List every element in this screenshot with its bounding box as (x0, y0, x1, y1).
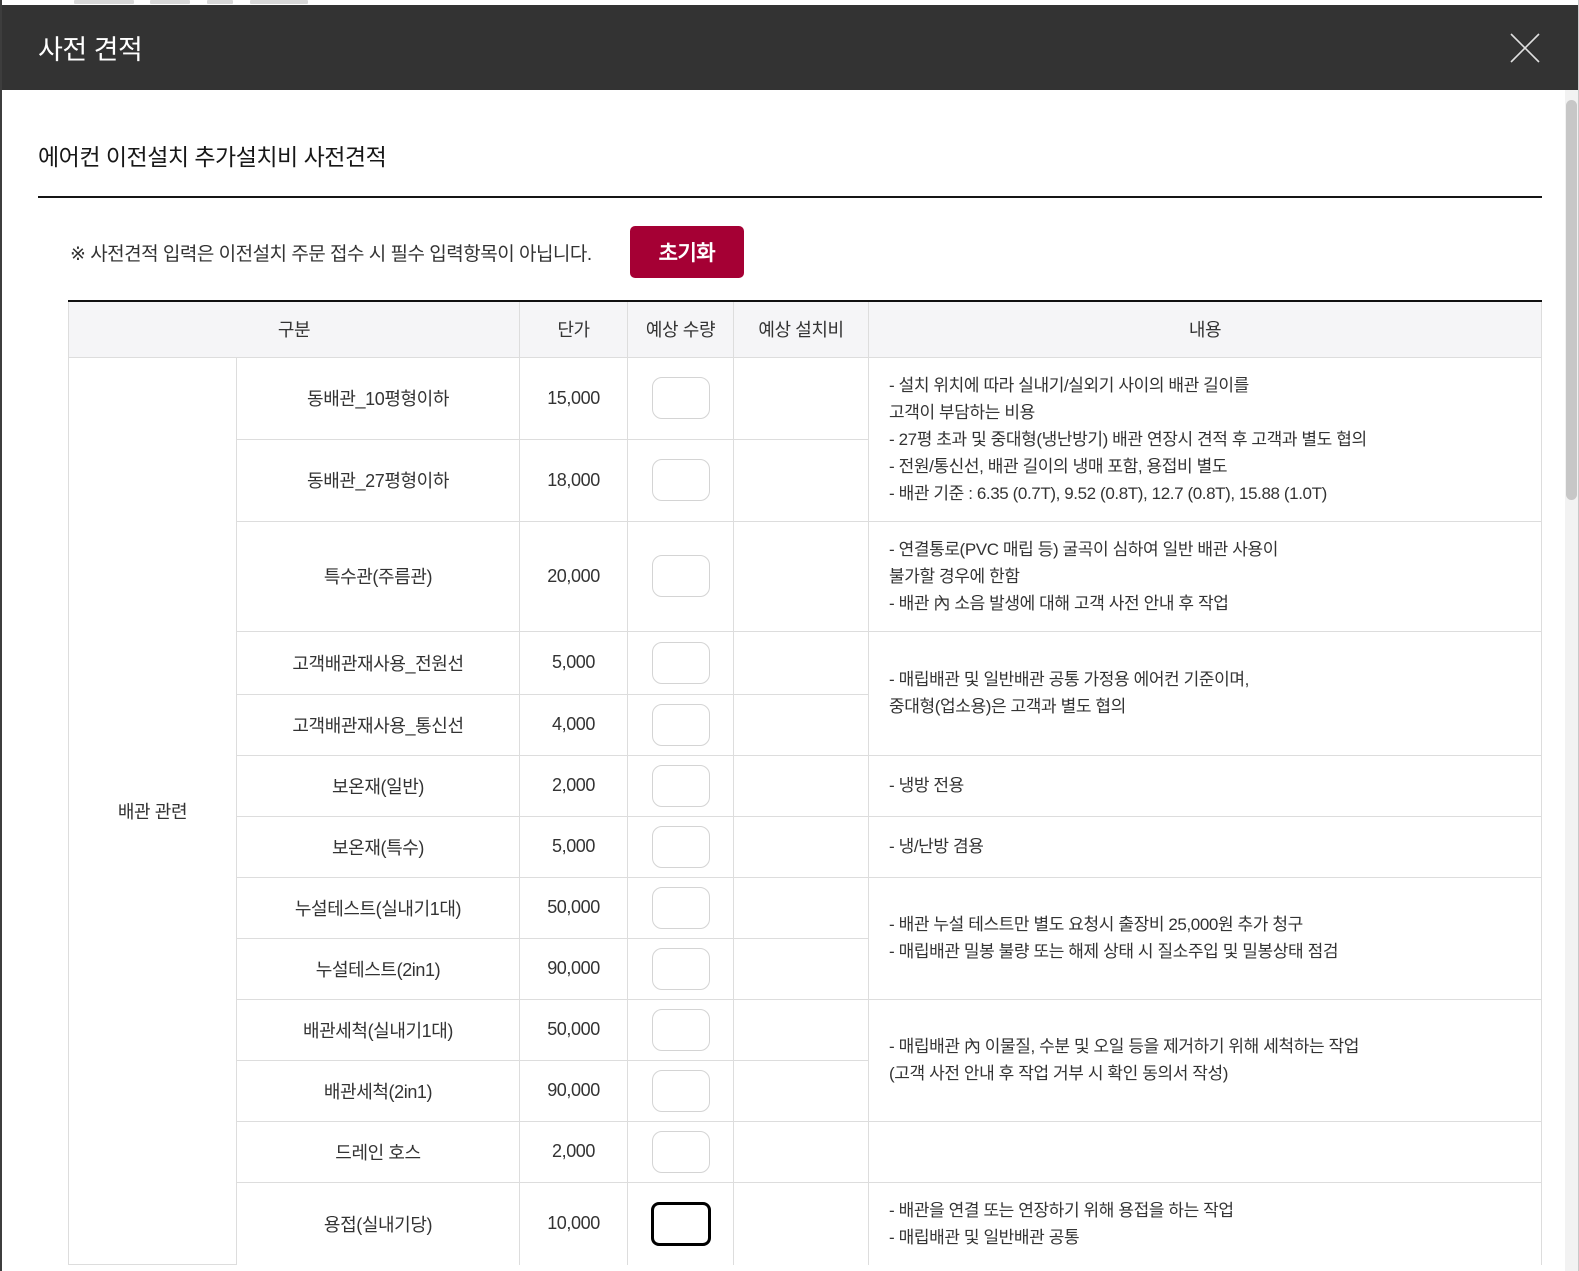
quantity-input[interactable] (651, 764, 710, 807)
reset-button[interactable]: 초기화 (629, 226, 745, 278)
quantity-input[interactable] (651, 377, 710, 419)
scrollbar-thumb[interactable] (1566, 100, 1577, 500)
item-label: 보온재(특수) (235, 815, 521, 878)
item-label: 보온재(일반) (235, 754, 521, 817)
modal-title: 사전 견적 (38, 35, 143, 65)
unit-price: 20,000 (519, 520, 629, 632)
item-label: 고객배관재사용_통신선 (235, 693, 521, 756)
quantity-input[interactable] (651, 1008, 710, 1051)
item-label: 고객배관재사용_전원선 (235, 630, 521, 695)
unit-price: 90,000 (519, 937, 629, 1000)
install-cost-cell (733, 438, 870, 522)
item-label: 배관세척(실내기1대) (235, 998, 521, 1061)
details-cell: - 연결통로(PVC 매립 등) 굴곡이 심하여 일반 배관 사용이 불가할 경… (868, 520, 1543, 632)
quantity-input[interactable] (651, 886, 710, 929)
unit-price: 50,000 (519, 998, 629, 1061)
item-label: 누설테스트(실내기1대) (235, 876, 521, 939)
quantity-input[interactable] (651, 459, 710, 501)
details-cell: - 설치 위치에 따라 실내기/실외기 사이의 배관 길이를 고객이 부담하는 … (868, 356, 1543, 522)
install-cost-cell (733, 876, 870, 939)
table-header-row: 구분 단가 예상 수량 예상 설치비 내용 (67, 301, 1543, 358)
details-cell: - 매립배관 內 이물질, 수분 및 오일 등을 제거하기 위해 세척하는 작업… (868, 998, 1543, 1122)
item-label: 특수관(주름관) (235, 520, 521, 632)
install-cost-cell (733, 1120, 870, 1183)
details-cell: - 배관을 연결 또는 연장하기 위해 용접을 하는 작업 - 매립배관 및 일… (868, 1181, 1543, 1265)
col-header-category: 구분 (67, 301, 521, 358)
item-label: 동배관_10평형이하 (235, 356, 521, 440)
table-row: 배관 관련 동배관_10평형이하 15,000 - 설치 위치에 따라 실내기/… (68, 356, 1543, 1265)
install-cost-cell (733, 520, 870, 632)
unit-price: 10,000 (519, 1181, 629, 1265)
page-title: 에어컨 이전설치 추가설치비 사전견적 (38, 144, 387, 170)
quantity-input[interactable] (651, 555, 710, 597)
table-row: 누설테스트(실내기1대) 50,000 - 배관 누설 테스트만 별도 요청시 … (69, 876, 1543, 1000)
unit-price: 15,000 (519, 356, 629, 440)
table-row: 특수관(주름관) 20,000 - 연결통로(PVC 매립 등) 굴곡이 심하여… (69, 520, 1543, 632)
quantity-input[interactable] (651, 825, 710, 868)
col-header-details: 내용 (868, 301, 1543, 358)
unit-price: 5,000 (519, 815, 629, 878)
unit-price: 5,000 (519, 630, 629, 695)
install-cost-cell (733, 998, 870, 1061)
scrollbar[interactable] (1565, 90, 1578, 1271)
close-icon[interactable] (1506, 29, 1544, 67)
details-cell: - 매립배관 및 일반배관 공통 가정용 에어컨 기준이며, 중대형(업소용)은… (868, 630, 1543, 756)
details-cell: - 냉/난방 겸용 (868, 815, 1543, 878)
title-divider (38, 196, 1542, 198)
modal-header: 사전 견적 (2, 5, 1578, 90)
install-cost-cell (733, 630, 870, 695)
unit-price: 4,000 (519, 693, 629, 756)
quote-table: 구분 단가 예상 수량 예상 설치비 내용 배관 관련 동배관_10평형이하 1… (67, 300, 1543, 1265)
unit-price: 90,000 (519, 1059, 629, 1122)
note-row: ※ 사전견적 입력은 이전설치 주문 접수 시 필수 입력항목이 아닙니다. 초… (70, 226, 1542, 278)
col-header-unit-price: 단가 (519, 301, 629, 358)
item-label: 용접(실내기당) (235, 1181, 521, 1265)
note-text: ※ 사전견적 입력은 이전설치 주문 접수 시 필수 입력항목이 아닙니다. (70, 243, 592, 265)
unit-price: 2,000 (519, 1120, 629, 1183)
install-cost-cell (733, 693, 870, 756)
modal-body: 에어컨 이전설치 추가설치비 사전견적 ※ 사전견적 입력은 이전설치 주문 접… (2, 90, 1578, 1265)
details-cell (868, 1120, 1543, 1183)
item-label: 동배관_27평형이하 (235, 438, 521, 522)
install-cost-cell (733, 815, 870, 878)
table-row: 용접(실내기당) 10,000 - 배관을 연결 또는 연장하기 위해 용접을 … (69, 1181, 1543, 1265)
item-label: 드레인 호스 (235, 1120, 521, 1183)
quantity-input[interactable] (651, 1130, 710, 1173)
quantity-input[interactable] (651, 641, 710, 684)
x-icon (1510, 32, 1540, 63)
unit-price: 50,000 (519, 876, 629, 939)
background-page-edge (2, 0, 1578, 5)
group-label-cell: 배관 관련 (68, 356, 237, 1265)
details-cell: - 배관 누설 테스트만 별도 요청시 출장비 25,000원 추가 청구 - … (868, 876, 1543, 1000)
item-label: 누설테스트(2in1) (235, 937, 521, 1000)
install-cost-cell (733, 356, 870, 440)
quantity-input-focused[interactable] (650, 1201, 711, 1246)
quantity-input[interactable] (651, 703, 710, 746)
col-header-expected-install-cost: 예상 설치비 (733, 301, 870, 358)
table-row: 배관세척(실내기1대) 50,000 - 매립배관 內 이물질, 수분 및 오일… (69, 998, 1543, 1122)
item-label: 배관세척(2in1) (235, 1059, 521, 1122)
table-row: 고객배관재사용_전원선 5,000 - 매립배관 및 일반배관 공통 가정용 에… (69, 630, 1543, 756)
table-row: 보온재(특수) 5,000 - 냉/난방 겸용 (69, 815, 1543, 878)
pre-quote-modal: 사전 견적 에어컨 이전설치 추가설치비 사전견적 ※ 사전견적 입력은 이전설… (0, 0, 1579, 1271)
install-cost-cell (733, 1059, 870, 1122)
unit-price: 2,000 (519, 754, 629, 817)
unit-price: 18,000 (519, 438, 629, 522)
quantity-input[interactable] (651, 947, 710, 990)
details-cell: - 냉방 전용 (868, 754, 1543, 817)
table-row: 보온재(일반) 2,000 - 냉방 전용 (69, 754, 1543, 817)
table-row: 드레인 호스 2,000 (69, 1120, 1543, 1183)
install-cost-cell (733, 937, 870, 1000)
col-header-expected-quantity: 예상 수량 (627, 301, 735, 358)
install-cost-cell (733, 1181, 870, 1265)
quantity-input[interactable] (651, 1069, 710, 1112)
install-cost-cell (733, 754, 870, 817)
